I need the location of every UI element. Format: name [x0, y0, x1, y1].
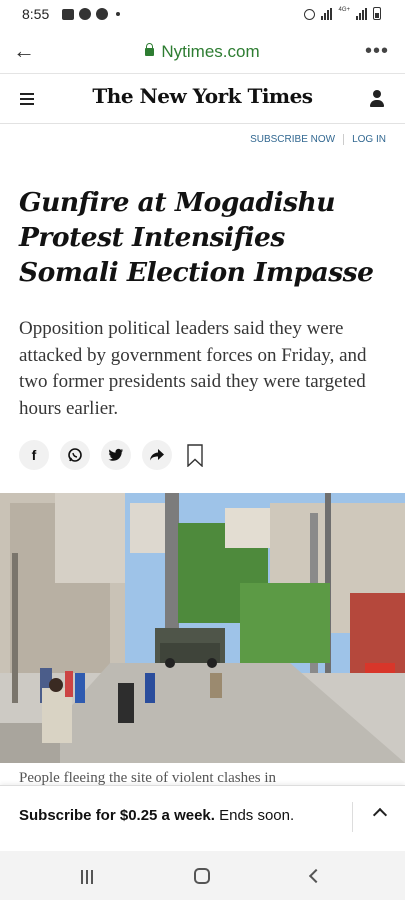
more-dots-icon[interactable]: ••• — [365, 40, 389, 63]
subscribe-promo-banner[interactable]: Subscribe for $0.25 a week. Ends soon. — [0, 785, 405, 851]
battery-icon — [373, 7, 381, 20]
promo-price-text: Subscribe for $0.25 a week. — [19, 807, 215, 824]
system-icons: 4G+ — [304, 7, 381, 20]
bookmark-icon[interactable] — [187, 443, 203, 467]
network-type-label: 4G+ — [338, 7, 350, 13]
signal-icon — [321, 8, 333, 20]
promo-text: Subscribe for $0.25 a week. Ends soon. — [19, 807, 294, 824]
more-notifications-icon — [116, 12, 120, 16]
article-lead-photo[interactable] — [0, 493, 405, 763]
chevron-up-icon[interactable] — [372, 807, 388, 823]
gallery-icon — [62, 8, 74, 20]
url-text: Nytimes.com — [161, 42, 260, 61]
alarm-icon — [304, 9, 316, 20]
share-button[interactable] — [142, 440, 172, 470]
account-links: SUBSCRIBE NOW LOG IN — [250, 134, 386, 145]
share-arrow-icon — [150, 449, 164, 461]
divider — [343, 134, 345, 145]
shield-icon — [79, 8, 91, 20]
user-icon[interactable] — [369, 90, 385, 108]
whatsapp-share-button[interactable] — [60, 440, 90, 470]
promo-ends-text: Ends soon. — [214, 807, 295, 824]
article-summary: Opposition political leaders said they w… — [19, 318, 367, 419]
facebook-share-button[interactable]: f — [19, 440, 49, 470]
facebook-icon: f — [31, 447, 37, 463]
status-time: 8:55 — [22, 6, 50, 22]
article-headline: Gunfire at Mogadishu Protest Intensifies… — [19, 187, 374, 288]
street-scene-illustration — [0, 493, 405, 763]
notification-icons — [62, 8, 120, 20]
nyt-header: The New York Times — [0, 74, 405, 124]
divider — [352, 802, 353, 832]
twitter-icon — [108, 448, 123, 461]
subscribe-now-link[interactable]: SUBSCRIBE NOW — [250, 134, 335, 145]
back-icon[interactable] — [308, 868, 324, 884]
log-in-link[interactable]: LOG IN — [352, 134, 386, 145]
whatsapp-icon — [68, 448, 82, 462]
browser-url-bar: ← Nytimes.com ••• — [0, 30, 405, 74]
share-tools: f — [19, 440, 203, 470]
twitter-share-button[interactable] — [101, 440, 131, 470]
system-navigation-bar — [0, 851, 405, 900]
signal-icon-2 — [356, 8, 367, 20]
status-bar: 8:55 4G+ — [0, 0, 405, 30]
home-icon[interactable] — [194, 868, 210, 884]
address-field[interactable]: Nytimes.com — [0, 42, 405, 62]
photo-caption: People fleeing the site of violent clash… — [19, 770, 277, 786]
lock-icon — [145, 43, 155, 56]
messenger-icon — [96, 8, 108, 20]
masthead-logo[interactable]: The New York Times — [0, 84, 405, 108]
recent-apps-icon[interactable] — [81, 870, 93, 884]
